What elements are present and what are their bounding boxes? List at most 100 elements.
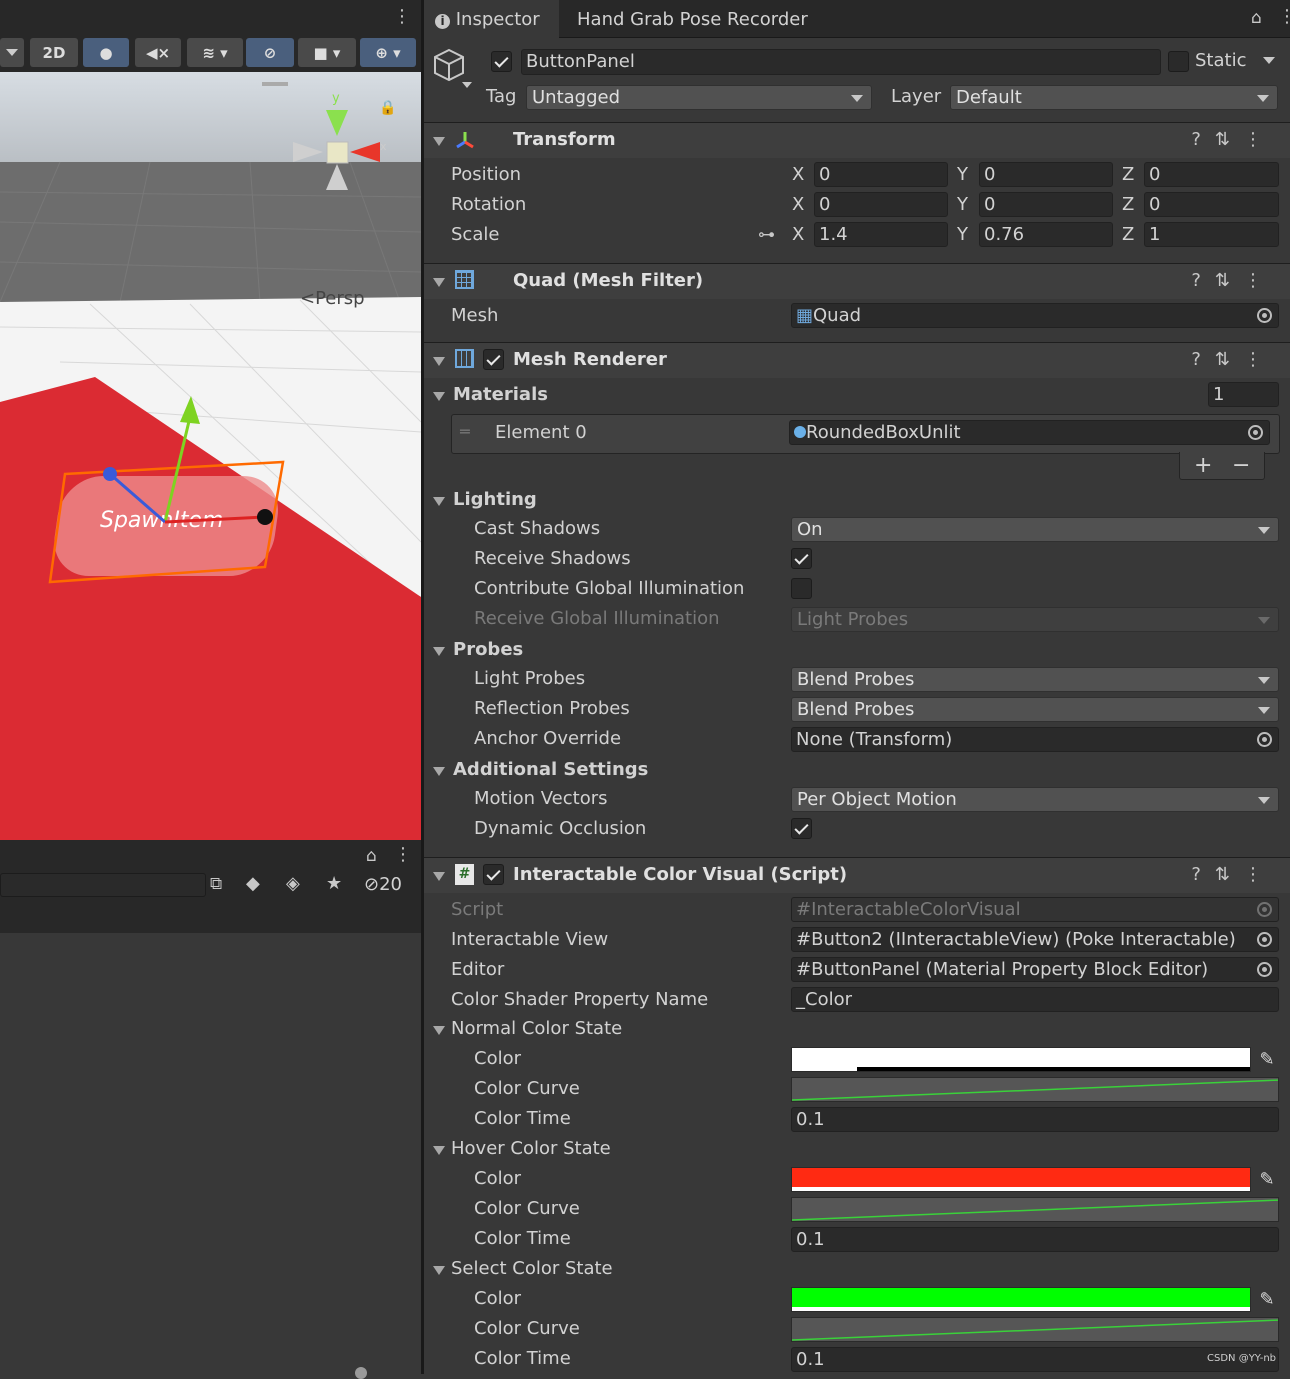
tab-inspector[interactable]: i Inspector: [424, 0, 559, 38]
component-header-icons[interactable]: ?⇅⋮: [1191, 349, 1276, 370]
effects-toggle-button[interactable]: ≋ ▾: [187, 38, 243, 67]
constrain-proportions-link-icon[interactable]: ⊶: [758, 225, 775, 245]
materials-count-field[interactable]: 1: [1208, 382, 1279, 407]
select-color-time-field[interactable]: 0.1: [791, 1347, 1279, 1372]
select-color-swatch[interactable]: [791, 1287, 1251, 1312]
help-icon[interactable]: ?: [1191, 270, 1215, 291]
presets-icon[interactable]: ⇅: [1215, 270, 1244, 291]
reflection-probes-dropdown[interactable]: Blend Probes: [791, 697, 1279, 722]
gizmos-button[interactable]: ⊕ ▾: [360, 38, 416, 67]
presets-icon[interactable]: ⇅: [1215, 129, 1244, 150]
cast-shadows-dropdown[interactable]: On: [791, 517, 1279, 542]
position-z-field[interactable]: 0: [1144, 162, 1279, 187]
object-picker-icon[interactable]: [1257, 732, 1272, 747]
scene-render[interactable]: SpawnItem y x 🔒: [0, 72, 421, 840]
rotation-x-field[interactable]: 0: [814, 192, 948, 217]
mesh-filter-header[interactable]: Quad (Mesh Filter) ?⇅⋮: [424, 263, 1290, 299]
lock-icon[interactable]: ⌂: [366, 846, 377, 866]
normal-color-time-field[interactable]: 0.1: [791, 1107, 1279, 1132]
component-header-icons[interactable]: ?⇅⋮: [1191, 129, 1276, 150]
lighting-foldout-icon[interactable]: [433, 497, 445, 506]
panel-menu-icon[interactable]: ⋮: [394, 844, 412, 865]
component-menu-icon[interactable]: ⋮: [1244, 129, 1276, 150]
toolbar-more-icon[interactable]: ⋮: [393, 6, 411, 27]
scroll-handle[interactable]: [355, 1367, 367, 1379]
eyedropper-icon[interactable]: ✎: [1254, 1287, 1280, 1312]
hover-color-state-foldout-icon[interactable]: [433, 1146, 445, 1155]
foldout-arrow-icon[interactable]: [433, 357, 445, 366]
interactable-view-field[interactable]: #Button2 (IInteractableView) (Poke Inter…: [791, 927, 1279, 952]
object-active-checkbox[interactable]: [491, 51, 512, 72]
scale-z-field[interactable]: 1: [1144, 222, 1279, 247]
panel-menu-icon[interactable]: ⋮: [1278, 6, 1290, 27]
transform-header[interactable]: Transform ?⇅⋮: [424, 122, 1290, 158]
normal-color-curve-field[interactable]: [791, 1077, 1279, 1102]
filter-type-icon[interactable]: ◆: [246, 873, 260, 894]
hierarchy-list[interactable]: [0, 933, 421, 1379]
lighting-toggle-button[interactable]: ●: [83, 38, 129, 67]
anchor-override-field[interactable]: None (Transform): [791, 727, 1279, 752]
eyedropper-icon[interactable]: ✎: [1254, 1167, 1280, 1192]
scene-viewport[interactable]: SpawnItem y x 🔒 <Persp: [0, 72, 421, 840]
scene-visibility-button[interactable]: ⊘: [246, 38, 294, 67]
presets-icon[interactable]: ⇅: [1215, 349, 1244, 370]
static-checkbox[interactable]: [1168, 51, 1189, 72]
component-menu-icon[interactable]: ⋮: [1244, 349, 1276, 370]
hover-color-swatch[interactable]: [791, 1167, 1251, 1192]
foldout-arrow-icon[interactable]: [433, 278, 445, 287]
object-picker-icon[interactable]: [1248, 425, 1263, 440]
object-picker-icon[interactable]: [1257, 308, 1272, 323]
additional-settings-foldout-icon[interactable]: [433, 767, 445, 776]
lock-icon[interactable]: 🔒: [379, 100, 396, 116]
eyedropper-icon[interactable]: ✎: [1254, 1047, 1280, 1072]
filter-label-icon[interactable]: ◈: [286, 873, 300, 894]
component-header-icons[interactable]: ?⇅⋮: [1191, 270, 1276, 291]
editor-field[interactable]: #ButtonPanel (Material Property Block Ed…: [791, 957, 1279, 982]
camera-button[interactable]: ■ ▾: [298, 38, 356, 67]
color-shader-property-field[interactable]: _Color: [791, 987, 1279, 1012]
static-dropdown-icon[interactable]: [1263, 57, 1275, 64]
scale-x-field[interactable]: 1.4: [814, 222, 948, 247]
help-icon[interactable]: ?: [1191, 349, 1215, 370]
normal-color-swatch[interactable]: [791, 1047, 1251, 1072]
add-element-button[interactable]: +: [1194, 453, 1212, 478]
position-y-field[interactable]: 0: [979, 162, 1113, 187]
select-color-state-foldout-icon[interactable]: [433, 1266, 445, 1275]
object-name-field[interactable]: ButtonPanel: [521, 49, 1161, 75]
gameobject-cube-icon[interactable]: [433, 48, 472, 88]
contribute-gi-checkbox[interactable]: [791, 578, 812, 599]
object-picker-icon[interactable]: [1257, 962, 1272, 977]
element-0-material-field[interactable]: RoundedBoxUnlit: [789, 420, 1270, 445]
probes-foldout-icon[interactable]: [433, 647, 445, 656]
audio-toggle-button[interactable]: ◀×: [135, 38, 181, 67]
presets-icon[interactable]: ⇅: [1215, 864, 1244, 885]
draw-mode-dropdown[interactable]: [0, 38, 24, 67]
rotation-z-field[interactable]: 0: [1144, 192, 1279, 217]
search-options-icon[interactable]: ⧉: [210, 874, 222, 894]
motion-vectors-dropdown[interactable]: Per Object Motion: [791, 787, 1279, 812]
help-icon[interactable]: ?: [1191, 129, 1215, 150]
mesh-object-field[interactable]: ▦Quad: [791, 303, 1279, 328]
help-icon[interactable]: ?: [1191, 864, 1215, 885]
interactable-color-visual-header[interactable]: # Interactable Color Visual (Script) ?⇅⋮: [424, 857, 1290, 893]
component-menu-icon[interactable]: ⋮: [1244, 864, 1276, 885]
hover-color-curve-field[interactable]: [791, 1197, 1279, 1222]
receive-shadows-checkbox[interactable]: [791, 548, 812, 569]
favorite-star-icon[interactable]: ★: [326, 873, 342, 894]
scale-y-field[interactable]: 0.76: [979, 222, 1113, 247]
normal-color-state-foldout-icon[interactable]: [433, 1026, 445, 1035]
position-x-field[interactable]: 0: [814, 162, 948, 187]
scene-view[interactable]: ⋮ 2D ● ◀× ≋ ▾ ⊘ ■ ▾ ⊕ ▾ y x 🔒 <Persp: [0, 0, 421, 840]
drag-handle-icon[interactable]: ═: [460, 422, 470, 441]
hierarchy-search-input[interactable]: [0, 873, 206, 897]
remove-element-button[interactable]: −: [1232, 453, 1250, 478]
mesh-renderer-enabled-checkbox[interactable]: [483, 349, 504, 370]
materials-foldout-icon[interactable]: [433, 392, 445, 401]
dynamic-occlusion-checkbox[interactable]: [791, 818, 812, 839]
light-probes-dropdown[interactable]: Blend Probes: [791, 667, 1279, 692]
lock-icon[interactable]: ⌂: [1251, 8, 1262, 28]
foldout-arrow-icon[interactable]: [433, 137, 445, 146]
tag-dropdown[interactable]: Untagged: [526, 85, 872, 110]
persp-label[interactable]: <Persp: [300, 288, 365, 309]
hover-color-time-field[interactable]: 0.1: [791, 1227, 1279, 1252]
